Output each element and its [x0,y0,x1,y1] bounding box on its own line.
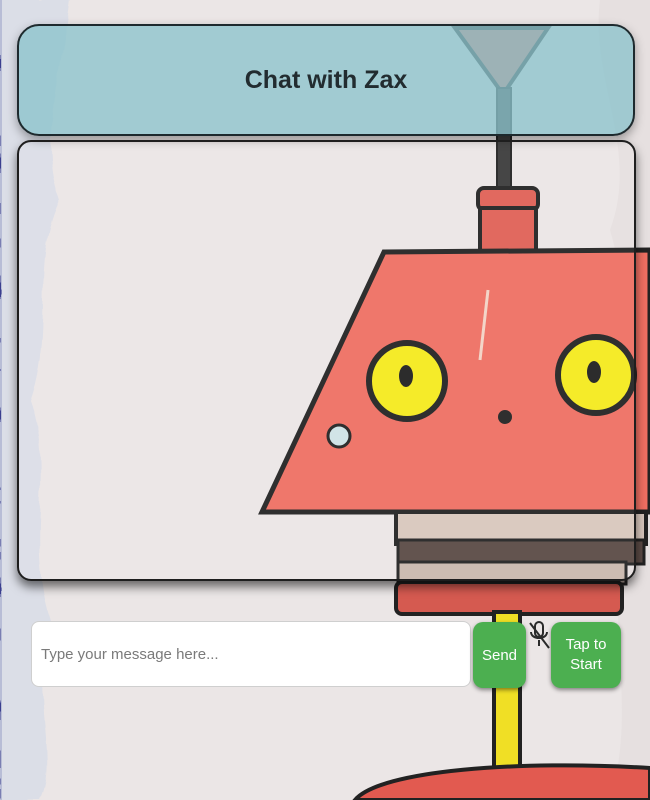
mic-off-icon[interactable] [527,620,551,652]
tap-to-start-button[interactable]: Tap to Start [551,622,621,688]
chat-header: Chat with Zax [17,24,635,136]
send-button[interactable]: Send [473,622,526,688]
message-input[interactable] [31,621,471,687]
chat-messages-area[interactable] [17,140,636,581]
page-title: Chat with Zax [244,65,408,94]
